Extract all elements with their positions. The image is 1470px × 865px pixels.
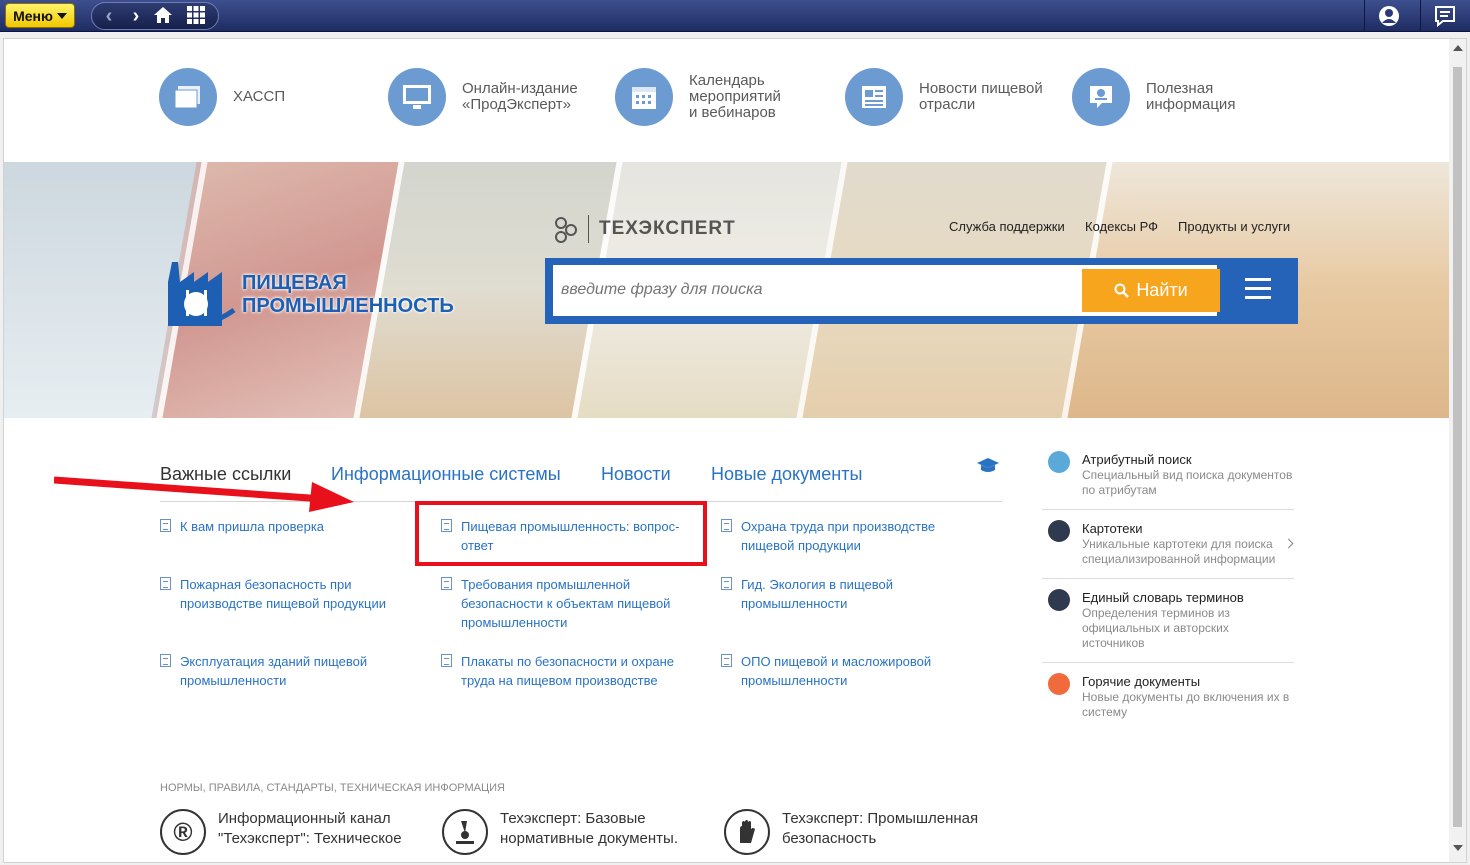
techexpert-logo[interactable]: ТЕХЭКСПЕRТ [552, 214, 736, 244]
card-files-icon [1048, 520, 1070, 542]
side-item-card-files[interactable]: Картотеки Уникальные картотеки для поиск… [1042, 510, 1294, 579]
user-icon [1378, 6, 1399, 26]
dictionary-icon [1048, 589, 1070, 611]
techexpert-emblem-icon [555, 217, 577, 243]
document-icon [721, 577, 732, 590]
nav-button-group: ‹ › [91, 2, 219, 30]
newspaper-icon [845, 68, 903, 126]
document-icon [441, 654, 452, 667]
document-icon [441, 577, 452, 590]
logo-line-1: ПИЩЕВАЯ [242, 272, 347, 294]
menu-button-label: Меню [13, 7, 53, 24]
app-toolbar: Меню ‹ › [0, 0, 1470, 32]
messages-button[interactable] [1420, 0, 1468, 32]
message-icon [1434, 6, 1455, 27]
calendar-icon [615, 68, 673, 126]
norm-item[interactable]: Техэксперт: Промышленная безопасность [724, 809, 994, 855]
scroll-up-icon[interactable] [1453, 45, 1463, 51]
logo-line-2: ПРОМЫШЛЕННОСТЬ [242, 295, 454, 317]
quick-link-label: ХАССП [233, 88, 286, 105]
site-logo[interactable]: ПИЩЕВАЯ ПРОМЫШЛЕННОСТЬ [164, 260, 454, 330]
quick-link-prodexpert[interactable]: Онлайн-издание «ПродЭксперт» [388, 68, 578, 126]
document-icon [160, 654, 171, 667]
hot-document-icon [1048, 673, 1070, 695]
caret-down-icon [56, 12, 67, 19]
quick-link-label: Полезная информация [1146, 80, 1236, 113]
search-input[interactable] [561, 273, 1071, 307]
norms-section-heading: НОРМЫ, ПРАВИЛА, СТАНДАРТЫ, ТЕХНИЧЕСКАЯ И… [160, 782, 505, 794]
document-icon [721, 519, 732, 532]
annotation-arrow-icon [54, 476, 354, 512]
folders-icon [159, 68, 217, 126]
quick-link-label: Календарь мероприятий и вебинаров [689, 72, 781, 121]
tab-new-documents[interactable]: Новые документы [711, 464, 862, 485]
doc-link[interactable]: ОПО пищевой и масложировой промышленност… [721, 652, 961, 690]
doc-link[interactable]: Гид. Экология в пищевой промышленности [721, 575, 921, 613]
doc-link[interactable]: Охрана труда при производстве пищевой пр… [721, 517, 961, 555]
doc-link[interactable]: К вам пришла проверка [160, 517, 410, 536]
doc-link[interactable]: Пожарная безопасность при производстве п… [160, 575, 400, 613]
side-item-hot-documents[interactable]: Горячие документы Новые документы до вкл… [1042, 663, 1294, 731]
grid-icon[interactable] [185, 6, 207, 28]
norm-item[interactable]: Техэксперт: Базовые нормативные документ… [442, 809, 702, 855]
hamburger-menu-icon[interactable] [1245, 278, 1271, 300]
microscope-icon [442, 809, 488, 855]
norm-item[interactable]: ® Информационный канал "Техэксперт": Тех… [160, 809, 420, 855]
search-button[interactable]: Найти [1082, 269, 1220, 312]
graduation-cap-icon[interactable] [976, 456, 1000, 481]
document-icon [160, 577, 171, 590]
quick-links-row: ХАССП Онлайн-издание «ПродЭксперт» Кален… [4, 39, 1449, 162]
forward-icon[interactable]: › [125, 6, 147, 28]
quick-link-haccp[interactable]: ХАССП [159, 68, 285, 126]
monitor-icon [388, 68, 446, 126]
tab-info-systems[interactable]: Информационные системы [331, 464, 561, 485]
quick-link-calendar[interactable]: Календарь мероприятий и вебинаров [615, 68, 781, 126]
vertical-scrollbar[interactable] [1449, 39, 1466, 862]
hero-banner: ПИЩЕВАЯ ПРОМЫШЛЕННОСТЬ ТЕХЭКСПЕRТ Служба… [4, 162, 1449, 418]
main-content-frame: ХАССП Онлайн-издание «ПродЭксперт» Кален… [3, 38, 1467, 863]
attribute-search-icon [1048, 451, 1070, 473]
codes-link[interactable]: Кодексы РФ [1085, 219, 1158, 234]
document-icon [160, 519, 171, 532]
quick-link-label: Новости пищевой отрасли [919, 80, 1043, 113]
techexpert-name: ТЕХЭКСПЕRТ [599, 218, 736, 239]
info-board-icon [1072, 68, 1130, 126]
quick-link-news[interactable]: Новости пищевой отрасли [845, 68, 1043, 126]
user-account-button[interactable] [1364, 0, 1412, 32]
glove-icon [724, 809, 770, 855]
factory-logo-icon [168, 262, 236, 326]
search-bar: Найти [545, 258, 1298, 324]
scroll-down-icon[interactable] [1453, 845, 1463, 851]
side-item-attribute-search[interactable]: Атрибутный поиск Специальный вид поиска … [1042, 441, 1294, 510]
search-icon [1114, 283, 1130, 298]
quick-link-label: Онлайн-издание «ПродЭксперт» [462, 80, 578, 113]
back-icon[interactable]: ‹ [98, 6, 120, 28]
doc-link[interactable]: Требования промышленной безопасности к о… [441, 575, 681, 632]
home-icon[interactable] [152, 6, 174, 28]
scrollbar-thumb[interactable] [1453, 67, 1462, 827]
side-item-dictionary[interactable]: Единый словарь терминов Определения терм… [1042, 579, 1294, 663]
quick-link-useful-info[interactable]: Полезная информация [1072, 68, 1235, 126]
search-button-label: Найти [1136, 280, 1188, 300]
services-sidebar: Атрибутный поиск Специальный вид поиска … [1042, 441, 1294, 731]
doc-link[interactable]: Плакаты по безопасности и охране труда н… [441, 652, 691, 690]
products-link[interactable]: Продукты и услуги [1178, 219, 1290, 234]
tab-news[interactable]: Новости [601, 464, 671, 485]
doc-link[interactable]: Эксплуатация зданий пищевой промышленнос… [160, 652, 390, 690]
registered-icon: ® [160, 809, 206, 855]
menu-button[interactable]: Меню [5, 3, 75, 28]
annotation-highlight-box [415, 501, 707, 566]
support-link[interactable]: Служба поддержки [949, 219, 1065, 234]
document-icon [721, 654, 732, 667]
